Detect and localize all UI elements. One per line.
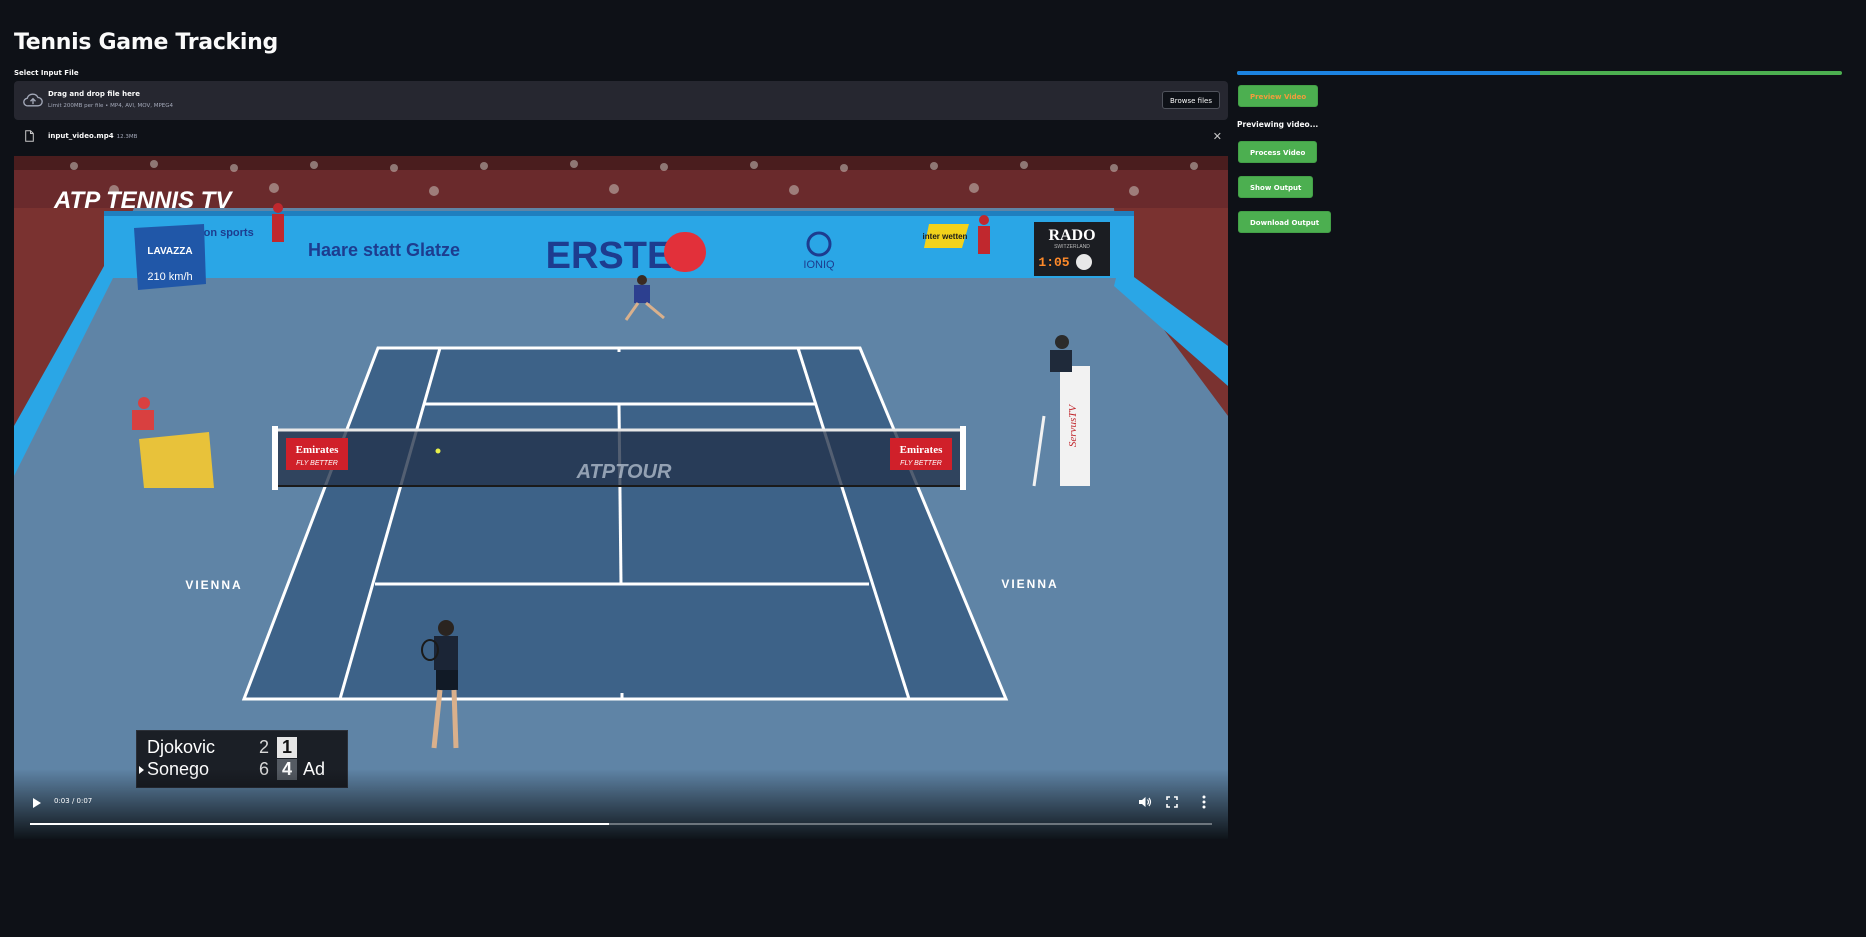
shot-clock: 1:05 bbox=[1038, 255, 1069, 270]
fullscreen-icon[interactable] bbox=[1166, 796, 1178, 808]
file-dropzone[interactable]: Drag and drop file here Limit 200MB per … bbox=[14, 81, 1228, 120]
svg-text:Emirates: Emirates bbox=[296, 444, 339, 456]
city-right: VIENNA bbox=[1001, 577, 1058, 591]
dropzone-limit: Limit 200MB per file • MP4, AVI, MOV, MP… bbox=[48, 103, 174, 109]
player-name: Djokovic bbox=[147, 737, 216, 757]
sponsor-ioniq: IONIQ bbox=[803, 259, 835, 271]
cloud-upload-icon bbox=[23, 93, 43, 107]
seek-bar-played bbox=[30, 823, 610, 825]
video-controls: 0:03 / 0:07 bbox=[14, 769, 1228, 839]
serve-speed: 210 km/h bbox=[147, 271, 192, 283]
time-display: 0:03 / 0:07 bbox=[54, 797, 93, 805]
seek-bar[interactable] bbox=[30, 823, 1212, 825]
status-text: Previewing video... bbox=[1237, 120, 1319, 129]
remove-file-close-icon[interactable]: ✕ bbox=[1213, 130, 1222, 143]
uploader-label: Select Input File bbox=[14, 69, 79, 77]
svg-text:FLY BETTER: FLY BETTER bbox=[900, 460, 942, 467]
volume-icon[interactable] bbox=[1138, 796, 1152, 808]
processing-progress-bar bbox=[1237, 71, 1842, 75]
svg-text:Emirates: Emirates bbox=[900, 444, 943, 456]
page-title: Tennis Game Tracking bbox=[14, 30, 278, 55]
svg-text:ServusTV: ServusTV bbox=[1067, 404, 1079, 447]
dropzone-instructions: Drag and drop file here bbox=[48, 90, 141, 98]
file-size: 12.3MB bbox=[116, 134, 138, 140]
progress-bar-fill bbox=[1237, 71, 1540, 75]
download-output-button[interactable]: Download Output bbox=[1238, 211, 1332, 233]
atp-tennis-tv-logo: ATP TENNIS TV bbox=[53, 187, 233, 214]
play-icon[interactable] bbox=[33, 798, 41, 808]
net-banner-right: Emirates FLY BETTER bbox=[890, 438, 952, 470]
uploaded-file: input_video.mp4 12.3MB ✕ bbox=[14, 128, 1228, 146]
game-score: 1 bbox=[277, 737, 297, 758]
city-left: VIENNA bbox=[185, 578, 242, 592]
svg-text:FLY BETTER: FLY BETTER bbox=[296, 460, 338, 467]
more-options-icon[interactable] bbox=[1202, 795, 1206, 809]
sponsor-lavazza: LAVAZZA bbox=[147, 246, 192, 257]
rado-logo: RADO bbox=[1048, 227, 1095, 244]
sponsor-erste: ERSTE bbox=[546, 235, 673, 277]
file-icon bbox=[25, 130, 34, 142]
file-name: input_video.mp4 bbox=[48, 132, 114, 140]
sponsor-haare: Haare statt Glatze bbox=[308, 240, 460, 260]
browse-files-button[interactable]: Browse files bbox=[1161, 91, 1220, 109]
show-output-button[interactable]: Show Output bbox=[1238, 176, 1314, 198]
process-video-button[interactable]: Process Video bbox=[1238, 141, 1318, 163]
net-banner-left: Emirates FLY BETTER bbox=[286, 438, 348, 470]
video-player[interactable]: RADO SWITZERLAND 1:05 Haare statt Glatze… bbox=[14, 156, 1228, 839]
rado-sub: SWITZERLAND bbox=[1054, 244, 1090, 250]
set-score: 2 bbox=[258, 737, 269, 757]
preview-video-button[interactable]: Preview Video bbox=[1238, 85, 1319, 107]
atp-tour-logo: ATPTOUR bbox=[576, 461, 672, 483]
sponsor-interwetten: inter wetten bbox=[923, 232, 968, 241]
